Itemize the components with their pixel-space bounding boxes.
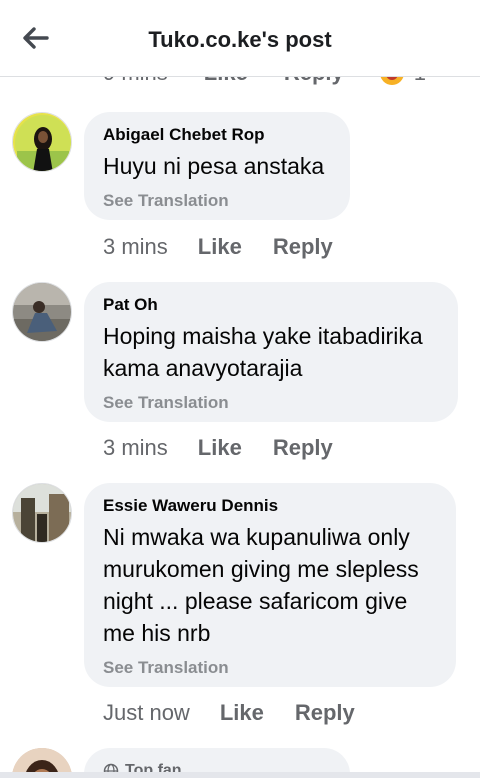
comment-time: 3 mins xyxy=(103,435,168,460)
comment-time: 3 mins xyxy=(103,234,168,259)
comments-feed: 9 mins Like Reply 1 Abigael Chebet Rop H… xyxy=(0,0,480,778)
like-button[interactable]: Like xyxy=(220,700,264,726)
reply-button[interactable]: Reply xyxy=(273,435,333,461)
comment-author[interactable]: Pat Oh xyxy=(103,294,438,316)
comment-author[interactable]: Essie Waweru Dennis xyxy=(103,495,436,517)
comment-author[interactable]: Abigael Chebet Rop xyxy=(103,124,330,146)
comment-bubble[interactable]: Essie Waweru Dennis Ni mwaka wa kupanuli… xyxy=(84,483,456,687)
like-button[interactable]: Like xyxy=(198,435,242,461)
comment-text: Huyu ni pesa anstaka xyxy=(103,153,325,179)
page-title: Tuko.co.ke's post xyxy=(148,27,332,52)
see-translation-link[interactable]: See Translation xyxy=(103,657,436,679)
reply-button[interactable]: Reply xyxy=(273,234,333,260)
comment-bubble[interactable]: Abigael Chebet Rop Huyu ni pesa anstaka … xyxy=(84,112,350,220)
comment-time: Just now xyxy=(103,700,190,725)
comment-bubble[interactable]: Pat Oh Hoping maisha yake itabadirika ka… xyxy=(84,282,458,422)
comment-text: Ni mwaka wa kupanuliwa only murukomen gi… xyxy=(103,524,419,646)
see-translation-link[interactable]: See Translation xyxy=(103,190,330,212)
comment-meta: Just now Like Reply xyxy=(103,698,355,728)
comment-meta: 3 mins Like Reply xyxy=(103,232,333,262)
avatar[interactable] xyxy=(12,483,72,543)
see-translation-link[interactable]: See Translation xyxy=(103,392,438,414)
post-header: Tuko.co.ke's post xyxy=(0,0,480,77)
comment-text: Hoping maisha yake itabadirika kama anav… xyxy=(103,323,423,381)
avatar[interactable] xyxy=(12,282,72,342)
like-button[interactable]: Like xyxy=(198,234,242,260)
reply-button[interactable]: Reply xyxy=(295,700,355,726)
avatar[interactable] xyxy=(12,112,72,172)
comment-meta: 3 mins Like Reply xyxy=(103,433,333,463)
bottom-divider xyxy=(0,772,480,778)
